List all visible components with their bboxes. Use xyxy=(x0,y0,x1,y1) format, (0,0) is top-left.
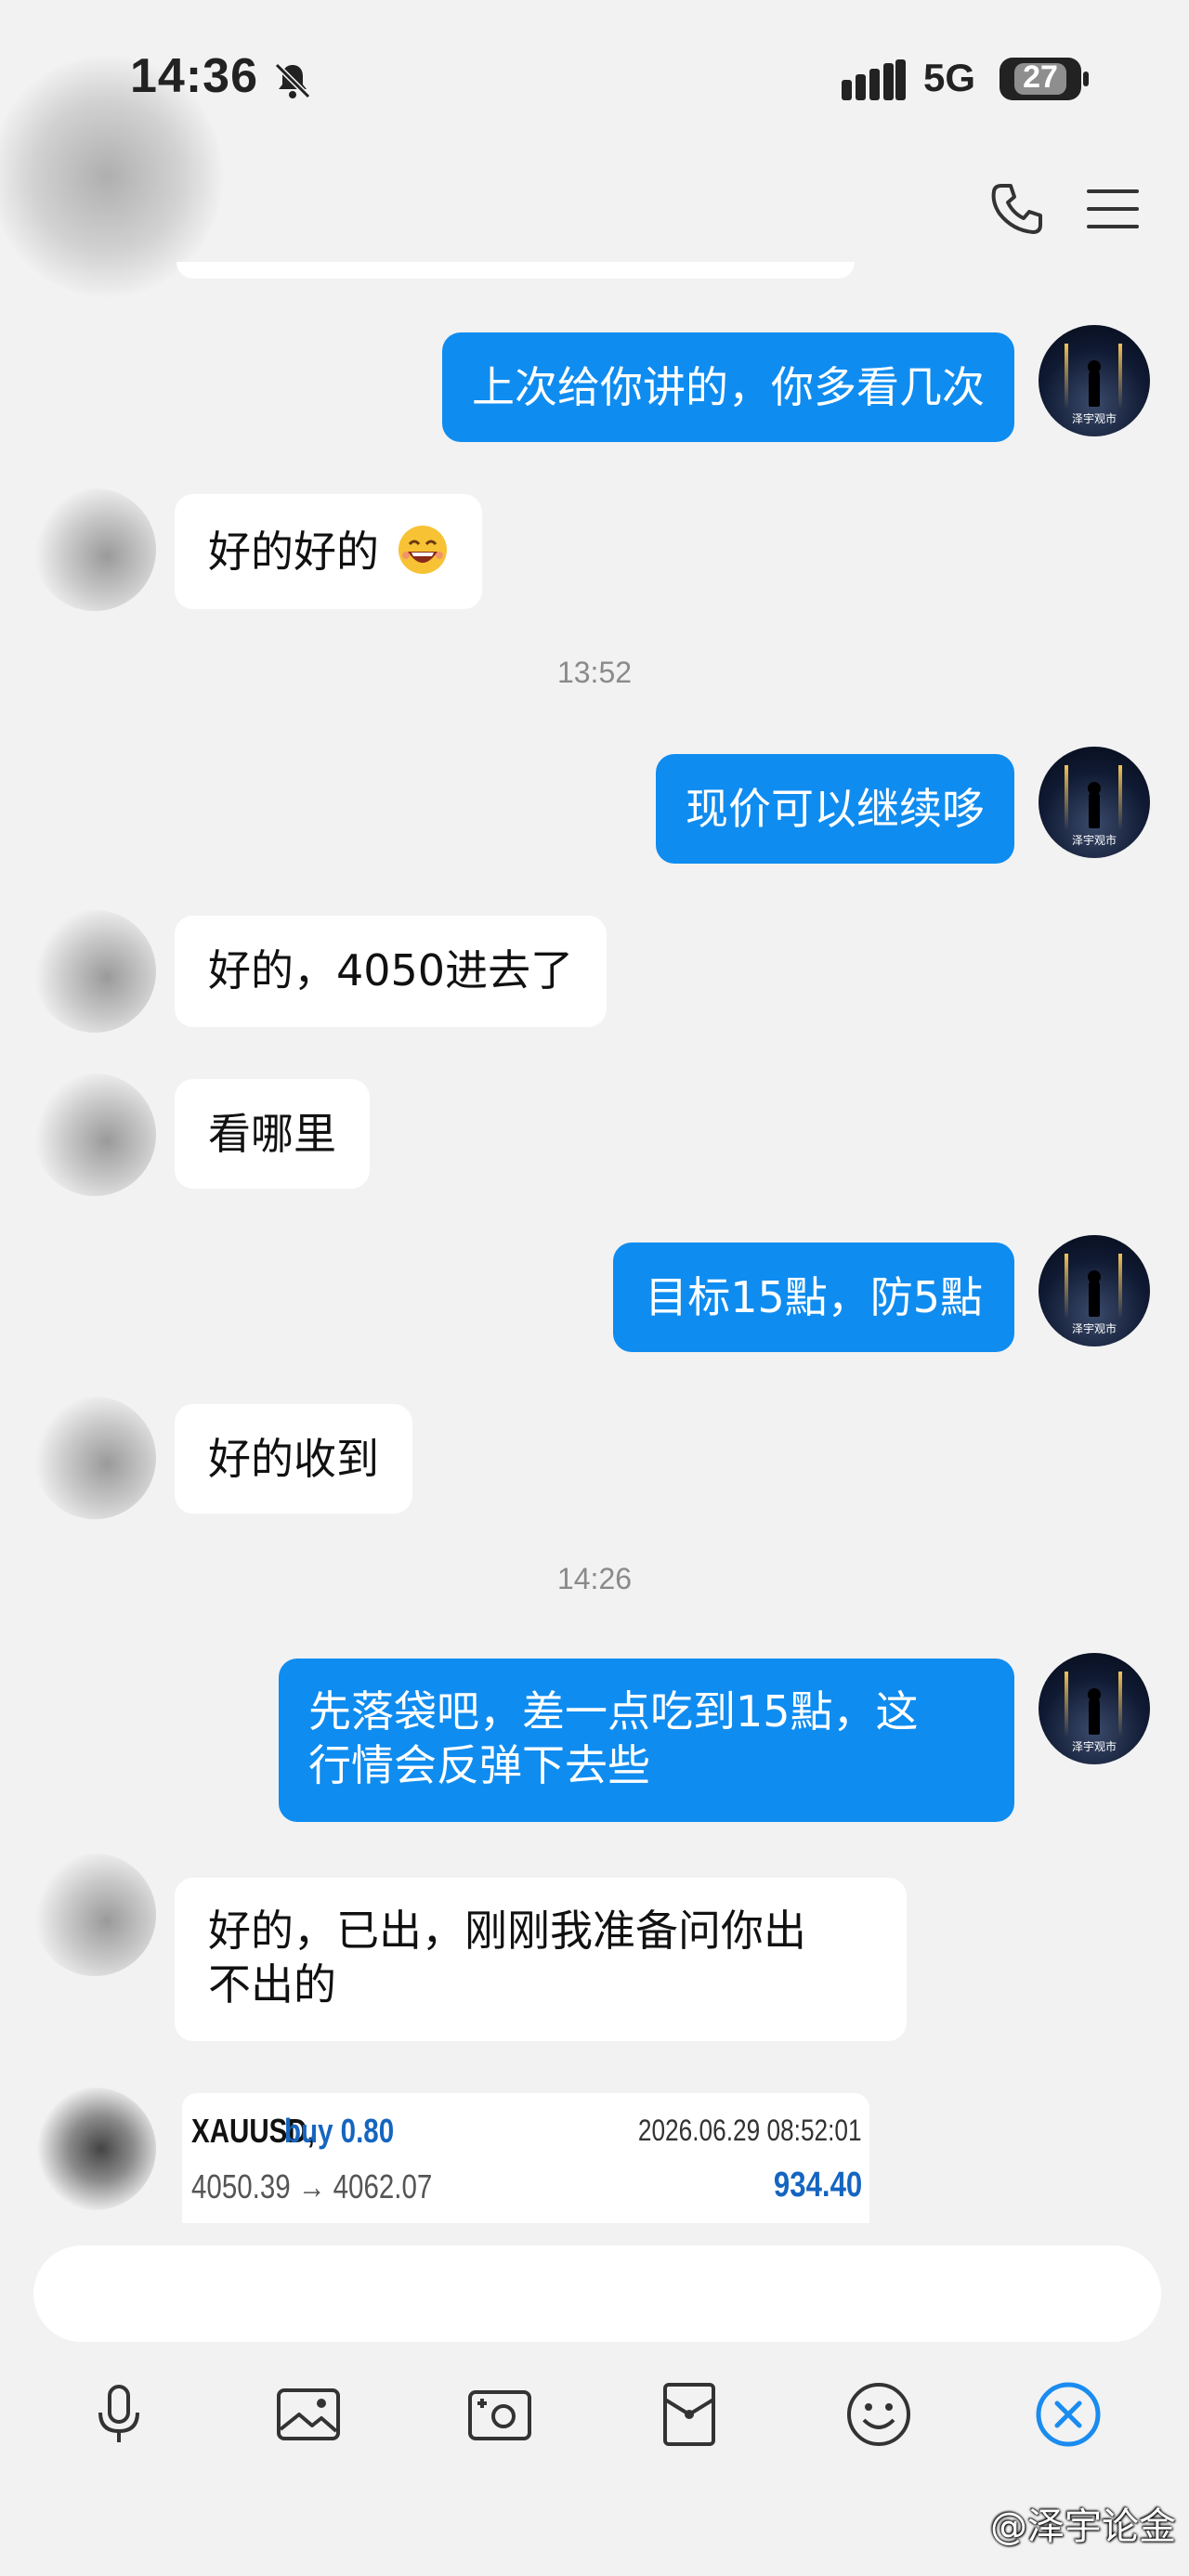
avatar-self[interactable]: 泽宇观市 xyxy=(1039,1235,1150,1347)
avatar-self[interactable]: 泽宇观市 xyxy=(1039,747,1150,858)
trade-prices: 4050.39 → 4062.07 xyxy=(191,2167,433,2205)
trade-datetime: 2026.06.29 08:52:01 xyxy=(638,2114,862,2147)
message-bubble-out[interactable]: 先落袋吧，差一点吃到15點，这 行情会反弹下去些 xyxy=(279,1659,1014,1822)
network-label: 5G xyxy=(923,56,976,99)
message-bubble-out[interactable]: 现价可以继续哆 xyxy=(656,754,1014,864)
bell-mute-icon xyxy=(274,62,311,99)
avatar-self[interactable]: 泽宇观市 xyxy=(1039,325,1150,436)
message-text: 现价可以继续哆 xyxy=(686,784,985,834)
previous-message-edge xyxy=(176,262,855,279)
message-text-line: 不出的 xyxy=(208,1959,336,2010)
message-bubble-in[interactable]: 好的收到 xyxy=(175,1404,412,1514)
phone-icon[interactable] xyxy=(988,180,1046,238)
avatar-contact[interactable] xyxy=(33,1073,156,1196)
avatar-contact[interactable] xyxy=(33,2088,156,2210)
message-text: 好的，4050进去了 xyxy=(208,945,574,995)
message-bubble-in[interactable]: 好的，已出，刚刚我准备问你出 不出的 xyxy=(175,1878,907,2041)
watermark-text: @泽宇论金 xyxy=(990,2505,1176,2548)
avatar-contact[interactable] xyxy=(33,1397,156,1519)
status-bar: 14:36 5G 27 xyxy=(0,0,1189,297)
close-circle-icon[interactable] xyxy=(1031,2377,1105,2452)
input-toolbar xyxy=(0,2359,1189,2470)
message-timestamp: 13:52 xyxy=(556,656,633,689)
avatar-contact[interactable] xyxy=(33,1854,156,1976)
signal-icon xyxy=(842,59,906,100)
avatar-self[interactable]: 泽宇观市 xyxy=(1039,1653,1150,1764)
smiling-emoji-icon xyxy=(398,526,447,574)
message-text-line: 先落袋吧，差一点吃到15點，这 xyxy=(308,1686,919,1737)
message-bubble-in[interactable]: 好的好的 xyxy=(175,494,482,609)
battery-percent: 27 xyxy=(1023,59,1058,95)
avatar-caption: 泽宇观市 xyxy=(1071,1740,1117,1753)
message-text: 上次给你讲的，你多看几次 xyxy=(472,362,985,412)
chat-header xyxy=(0,158,1189,279)
microphone-icon[interactable] xyxy=(82,2377,156,2452)
menu-icon[interactable] xyxy=(1085,186,1141,232)
avatar-contact[interactable] xyxy=(33,910,156,1033)
avatar-contact[interactable] xyxy=(33,488,156,611)
image-icon[interactable] xyxy=(271,2377,346,2452)
battery-indicator: 27 xyxy=(1000,58,1081,100)
trade-direction: buy 0.80 xyxy=(284,2112,395,2150)
message-text: 好的收到 xyxy=(208,1434,379,1484)
message-bubble-in[interactable]: 好的，4050进去了 xyxy=(175,916,608,1027)
message-text-line: 行情会反弹下去些 xyxy=(308,1740,650,1790)
message-text: 目标15點，防5點 xyxy=(645,1272,983,1322)
trade-screenshot-message[interactable]: XAUUSD, buy 0.80 2026.06.29 08:52:01 405… xyxy=(182,2093,869,2223)
message-bubble-out[interactable]: 上次给你讲的，你多看几次 xyxy=(442,332,1014,442)
message-text: 好的好的 xyxy=(208,527,379,577)
message-text-line: 好的，已出，刚刚我准备问你出 xyxy=(208,1906,806,1956)
battery-tip xyxy=(1083,72,1089,86)
avatar-caption: 泽宇观市 xyxy=(1071,1322,1117,1335)
avatar-caption: 泽宇观市 xyxy=(1071,412,1117,425)
message-input[interactable] xyxy=(33,2245,1161,2342)
status-time: 14:36 xyxy=(130,49,258,103)
message-bubble-out[interactable]: 目标15點，防5點 xyxy=(613,1242,1014,1352)
message-timestamp: 14:26 xyxy=(556,1562,633,1595)
message-text: 看哪里 xyxy=(208,1109,336,1159)
camera-icon[interactable] xyxy=(463,2377,537,2452)
emoji-icon[interactable] xyxy=(842,2377,916,2452)
trade-profit: 934.40 xyxy=(773,2166,862,2205)
red-packet-icon[interactable] xyxy=(652,2377,726,2452)
avatar-caption: 泽宇观市 xyxy=(1071,834,1117,847)
message-bubble-in[interactable]: 看哪里 xyxy=(175,1079,370,1189)
